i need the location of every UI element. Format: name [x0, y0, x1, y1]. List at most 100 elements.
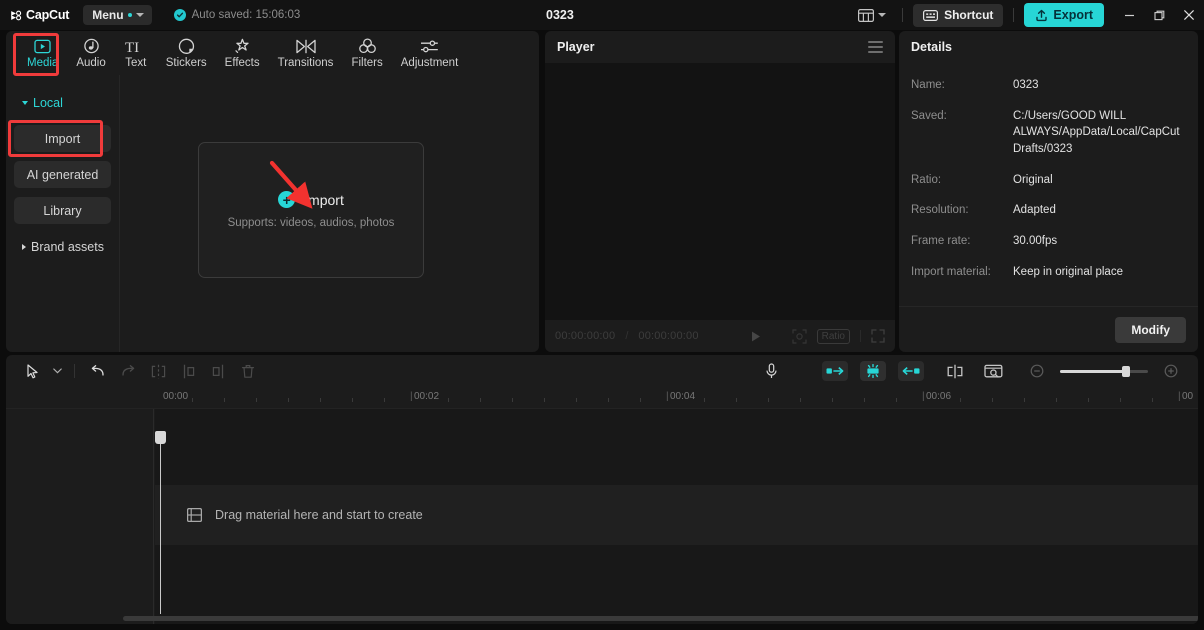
ruler-label: 00:04	[670, 391, 696, 402]
ratio-button[interactable]: Ratio	[816, 328, 850, 344]
tab-effects-label: Effects	[224, 56, 260, 69]
autosave-text: Auto saved: 15:06:03	[191, 9, 301, 21]
modify-button[interactable]: Modify	[1115, 316, 1186, 343]
freeze-frame-icon[interactable]	[978, 358, 1008, 384]
zoom-slider-knob[interactable]	[1122, 365, 1130, 377]
details-list: Name: 0323 Saved: C:/Users/GOOD WILL ALW…	[899, 63, 1198, 306]
shortcut-button[interactable]: Shortcut	[913, 3, 1004, 27]
app-logo-text: CapCut	[26, 8, 70, 22]
microphone-icon[interactable]	[756, 358, 786, 384]
auto-cut-start-icon[interactable]	[822, 361, 848, 381]
sidebar-item-library[interactable]: Library	[14, 197, 111, 224]
trim-right-icon[interactable]	[203, 358, 233, 384]
tab-stickers[interactable]: Stickers	[157, 32, 216, 74]
media-sidebar: Local Import AI generated Library Brand …	[6, 75, 119, 352]
export-button[interactable]: Export	[1024, 3, 1104, 27]
project-title: 0323	[546, 8, 574, 22]
play-icon[interactable]	[749, 330, 762, 343]
split-icon[interactable]	[143, 358, 173, 384]
menu-button[interactable]: Menu	[83, 5, 152, 25]
timeline-playhead[interactable]	[155, 431, 166, 614]
tab-media-label: Media	[27, 56, 59, 69]
playhead-handle[interactable]	[155, 431, 166, 444]
timeline-panel: 00:00 00:02 00:04 00:06 00 | | | | Drag …	[6, 355, 1198, 624]
timeline-horizontal-scrollbar[interactable]	[123, 616, 1198, 621]
ruler-label: 00:00	[163, 391, 189, 402]
media-tab-bar: Media Audio TI Text Stickers Effects Tra…	[6, 31, 539, 75]
tab-transitions-label: Transitions	[277, 56, 334, 69]
player-panel: Player 00:00:00:00 / 00:00:00:00 Ratio	[545, 31, 895, 352]
tab-media[interactable]: Media	[18, 32, 67, 74]
import-dropzone[interactable]: + Import Supports: videos, audios, photo…	[198, 142, 424, 278]
zoom-slider[interactable]	[1060, 365, 1148, 377]
timeline-drop-area[interactable]: Drag material here and start to create	[155, 485, 1198, 545]
minimize-button[interactable]	[1114, 0, 1144, 30]
trim-left-icon[interactable]	[173, 358, 203, 384]
select-cursor-icon[interactable]	[18, 358, 48, 384]
maximize-button[interactable]	[1144, 0, 1174, 30]
title-bar-actions: Shortcut Export	[852, 0, 1204, 30]
details-key: Import material:	[911, 265, 991, 278]
fullscreen-icon[interactable]	[871, 329, 885, 343]
zoom-in-icon[interactable]	[1156, 358, 1186, 384]
menu-notification-dot	[127, 13, 132, 17]
redo-icon[interactable]	[113, 358, 143, 384]
player-controls: 00:00:00:00 / 00:00:00:00 Ratio	[545, 320, 895, 352]
sidebar-item-import-label: Import	[44, 131, 81, 146]
close-icon	[1183, 9, 1195, 21]
effects-star-icon	[233, 38, 251, 55]
capcut-window: CapCut Menu Auto saved: 15:06:03 0323 Sh…	[0, 0, 1204, 630]
tab-audio[interactable]: Audio	[67, 32, 114, 74]
details-row: Saved: C:/Users/GOOD WILL ALWAYS/AppData…	[911, 108, 1186, 158]
sidebar-item-import[interactable]: Import	[14, 125, 111, 152]
media-play-icon	[34, 38, 51, 55]
chevron-down-icon	[878, 13, 887, 17]
tab-audio-label: Audio	[76, 56, 106, 69]
sidebar-item-ai-generated-label: AI generated	[26, 167, 99, 182]
divider	[74, 364, 75, 378]
player-title: Player	[557, 40, 595, 54]
auto-cut-mid-icon[interactable]	[860, 361, 886, 381]
zoom-out-icon[interactable]	[1022, 358, 1052, 384]
menu-button-label: Menu	[92, 8, 124, 22]
tab-filters[interactable]: Filters	[342, 32, 391, 74]
filters-icon	[358, 38, 377, 55]
hamburger-icon[interactable]	[868, 41, 883, 53]
details-header: Details	[899, 31, 1198, 63]
autosave-status: Auto saved: 15:06:03	[173, 9, 301, 21]
mirror-icon[interactable]	[940, 358, 970, 384]
timeline-ruler[interactable]: 00:00 00:02 00:04 00:06 00 | | | |	[6, 387, 1198, 409]
auto-cut-end-icon[interactable]	[898, 361, 924, 381]
layout-button[interactable]	[852, 4, 892, 26]
tab-adjustment[interactable]: Adjustment	[392, 32, 468, 74]
chevron-right-icon	[22, 243, 26, 250]
chevron-down-icon	[22, 100, 28, 105]
divider	[860, 330, 861, 342]
delete-icon[interactable]	[233, 358, 263, 384]
sidebar-item-local-label: Local	[33, 95, 63, 110]
tab-text[interactable]: TI Text	[115, 32, 157, 74]
sidebar-item-brand-assets[interactable]: Brand assets	[14, 233, 111, 260]
tab-adjustment-label: Adjustment	[400, 56, 459, 69]
crop-icon[interactable]	[792, 328, 807, 344]
close-button[interactable]	[1174, 0, 1204, 30]
details-value-name: 0323	[1013, 79, 1039, 91]
timeline-track-canvas[interactable]: Drag material here and start to create	[155, 409, 1198, 624]
app-logo: CapCut	[9, 8, 69, 22]
details-value-framerate: 30.00fps	[1013, 235, 1058, 248]
timeline-tracks: Drag material here and start to create	[6, 409, 1198, 624]
timeline-tools-left	[18, 358, 263, 384]
tab-effects[interactable]: Effects	[216, 32, 269, 74]
tab-transitions[interactable]: Transitions	[269, 32, 343, 74]
player-canvas[interactable]	[545, 63, 895, 320]
undo-icon[interactable]	[83, 358, 113, 384]
details-row: Import material: Keep in original place	[911, 264, 1186, 281]
sidebar-item-local[interactable]: Local	[14, 89, 111, 116]
chevron-down-icon[interactable]	[48, 358, 66, 384]
shortcut-label: Shortcut	[944, 8, 994, 22]
details-value-saved: C:/Users/GOOD WILL ALWAYS/AppData/Local/…	[1013, 109, 1180, 156]
player-total-time: 00:00:00:00	[638, 330, 699, 342]
keyboard-icon	[923, 9, 939, 21]
sidebar-item-ai-generated[interactable]: AI generated	[14, 161, 111, 188]
details-value-resolution: Adapted	[1013, 204, 1056, 217]
